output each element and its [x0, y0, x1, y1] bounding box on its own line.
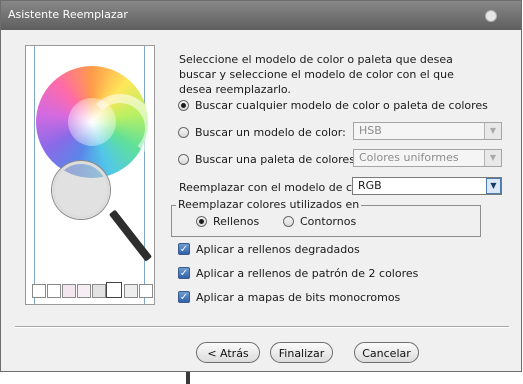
- chevron-down-icon[interactable]: ▼: [486, 178, 501, 194]
- model-select-value: HSB: [359, 124, 382, 137]
- radio-palette[interactable]: Buscar una paleta de colores:: [178, 150, 359, 168]
- checkbox-checked-icon[interactable]: ✓: [178, 291, 190, 303]
- wizard-preview-image: [25, 45, 155, 305]
- footer-divider: [15, 326, 509, 328]
- title-bar[interactable]: Asistente Reemplazar: [1, 1, 521, 30]
- guide-line: [144, 46, 145, 304]
- radio-any-model-label: Buscar cualquier modelo de color o palet…: [195, 98, 488, 112]
- window-title: Asistente Reemplazar: [8, 8, 128, 21]
- radio-button-icon[interactable]: [178, 99, 189, 111]
- checkbox-checked-icon[interactable]: ✓: [178, 243, 190, 255]
- instructions-text: Seleccione el modelo de color o paleta q…: [179, 53, 454, 96]
- radio-palette-label: Buscar una paleta de colores:: [195, 152, 359, 166]
- radio-fills[interactable]: Rellenos: [196, 212, 259, 230]
- back-button[interactable]: < Atrás: [196, 342, 260, 363]
- finish-button[interactable]: Finalizar: [270, 342, 333, 363]
- checkbox-gradient-fills-label: Aplicar a rellenos degradados: [196, 242, 360, 256]
- model-select[interactable]: HSB ▼: [353, 122, 502, 140]
- radio-model-label: Buscar un modelo de color:: [195, 125, 346, 139]
- radio-outlines[interactable]: Contornos: [283, 212, 356, 230]
- radio-model[interactable]: Buscar un modelo de color:: [178, 123, 346, 141]
- checkbox-two-color-pattern[interactable]: ✓ Aplicar a rellenos de patrón de 2 colo…: [178, 265, 418, 281]
- palette-select[interactable]: Colores uniformes ▼: [353, 149, 502, 167]
- radio-fills-label: Rellenos: [213, 214, 260, 228]
- colors-used-group: Reemplazar colores utilizados en Relleno…: [171, 198, 481, 237]
- colors-used-legend: Reemplazar colores utilizados en: [176, 198, 362, 211]
- replace-model-select[interactable]: RGB ▼: [352, 177, 502, 195]
- radio-button-icon[interactable]: [283, 215, 294, 227]
- background-edge: [186, 372, 190, 384]
- checkbox-monochrome-bitmaps-label: Aplicar a mapas de bits monocromos: [196, 290, 401, 304]
- chevron-down-icon[interactable]: ▼: [484, 150, 501, 166]
- radio-button-icon[interactable]: [196, 215, 207, 227]
- checkbox-gradient-fills[interactable]: ✓ Aplicar a rellenos degradados: [178, 241, 360, 257]
- chevron-down-icon[interactable]: ▼: [484, 123, 501, 139]
- cancel-button[interactable]: Cancelar: [354, 342, 419, 363]
- checkbox-two-color-pattern-label: Aplicar a rellenos de patrón de 2 colore…: [196, 266, 419, 280]
- checkbox-monochrome-bitmaps[interactable]: ✓ Aplicar a mapas de bits monocromos: [178, 289, 400, 305]
- replace-model-label: Reemplazar con el modelo de color:: [179, 180, 377, 194]
- color-wheel-icon: [36, 66, 154, 178]
- radio-button-icon[interactable]: [178, 126, 189, 138]
- palette-select-value: Colores uniformes: [359, 151, 459, 164]
- radio-any-model[interactable]: Buscar cualquier modelo de color o palet…: [178, 96, 488, 114]
- radio-outlines-label: Contornos: [300, 214, 357, 228]
- replace-model-row: Reemplazar con el modelo de color:: [179, 178, 377, 196]
- replace-model-value: RGB: [358, 179, 382, 192]
- checkbox-checked-icon[interactable]: ✓: [178, 267, 190, 279]
- magnifier-handle: [108, 209, 153, 262]
- radio-button-icon[interactable]: [178, 153, 189, 165]
- magnifier-icon: [52, 161, 110, 219]
- guide-line: [34, 46, 35, 304]
- replace-wizard-window: Asistente Reemplazar Seleccione el model…: [0, 0, 522, 372]
- close-dot-icon[interactable]: [485, 10, 497, 22]
